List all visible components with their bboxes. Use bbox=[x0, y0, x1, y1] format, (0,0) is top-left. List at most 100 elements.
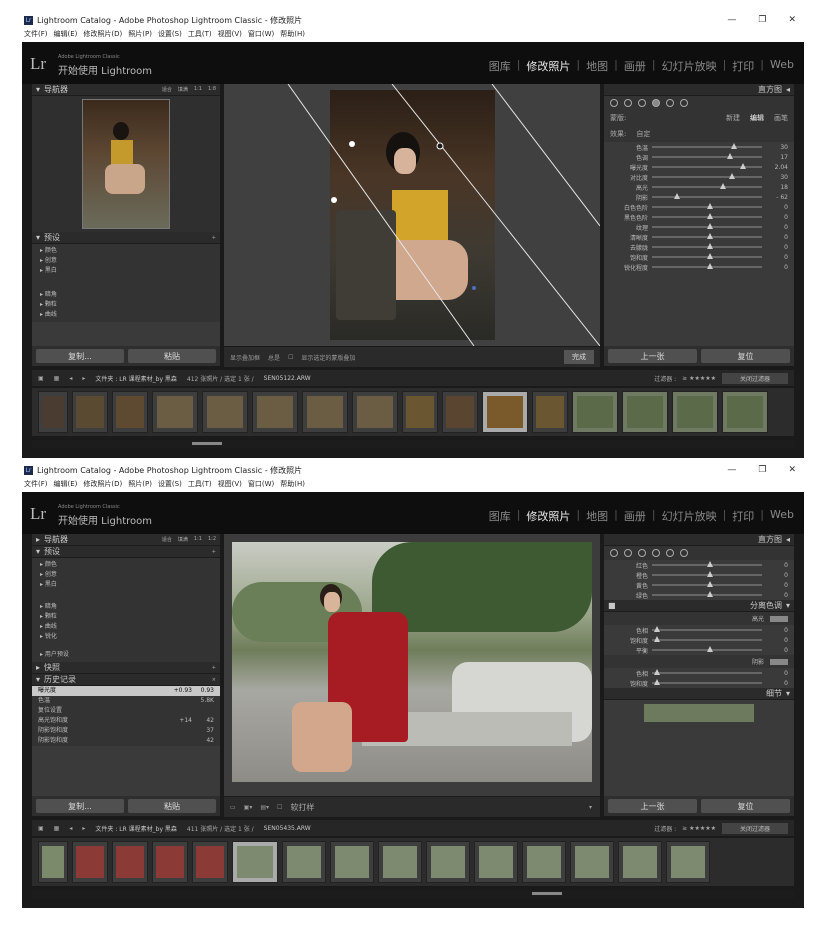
history-item[interactable]: 复位设置 bbox=[32, 706, 220, 716]
film-thumb[interactable] bbox=[722, 391, 768, 433]
slider-row[interactable]: 纹理 0 bbox=[604, 222, 794, 232]
preset-group[interactable]: ▸ 创意 bbox=[40, 570, 212, 580]
filmstrip-scrollbar[interactable] bbox=[32, 440, 794, 448]
module-slideshow[interactable]: 幻灯片放映 bbox=[662, 58, 717, 74]
minimize-icon[interactable]: — bbox=[727, 15, 736, 25]
slider-knob[interactable] bbox=[654, 669, 661, 675]
film-thumb[interactable] bbox=[112, 391, 148, 433]
navigator-preview[interactable] bbox=[32, 96, 220, 232]
slider-knob[interactable] bbox=[731, 143, 738, 149]
navigator-header[interactable]: ▸ 导航器 适合 填满 1:1 1:2 bbox=[32, 534, 220, 546]
maximize-icon[interactable]: ❐ bbox=[758, 465, 766, 475]
slider-row[interactable]: 饱和度 0 bbox=[604, 678, 794, 688]
rating-filter[interactable]: ≥ ★★★★★ bbox=[682, 375, 716, 382]
checkbox-icon[interactable]: ☐ bbox=[288, 354, 293, 361]
slider-row[interactable]: 白色色阶 0 bbox=[604, 202, 794, 212]
preset-group[interactable]: ▸ 暗角 bbox=[40, 290, 212, 300]
menu-help[interactable]: 帮助(H) bbox=[280, 479, 305, 489]
menu-settings[interactable]: 设置(S) bbox=[158, 479, 182, 489]
film-thumb[interactable] bbox=[570, 841, 614, 883]
paste-button[interactable]: 粘贴 bbox=[128, 349, 216, 363]
film-thumb[interactable] bbox=[672, 391, 718, 433]
slider-value[interactable]: - 62 bbox=[766, 194, 788, 201]
module-map[interactable]: 地图 bbox=[586, 508, 608, 524]
preset-group[interactable]: ▸ 颜色 bbox=[40, 560, 212, 570]
done-button[interactable]: 完成 bbox=[564, 350, 594, 364]
slider-track[interactable] bbox=[652, 213, 762, 219]
module-slideshow[interactable]: 幻灯片放映 bbox=[662, 508, 717, 524]
radial-filter-icon[interactable] bbox=[666, 99, 674, 107]
slider-knob[interactable] bbox=[726, 153, 733, 159]
spot-removal-icon[interactable] bbox=[624, 549, 632, 557]
zoom-fit[interactable]: 适合 bbox=[162, 86, 172, 93]
slider-row[interactable]: 饱和度 0 bbox=[604, 635, 794, 645]
slider-knob[interactable] bbox=[654, 626, 661, 632]
menu-photo[interactable]: 照片(P) bbox=[128, 29, 152, 39]
menu-settings[interactable]: 设置(S) bbox=[158, 29, 182, 39]
slider-track[interactable] bbox=[652, 223, 762, 229]
add-preset-icon[interactable]: + bbox=[212, 235, 216, 241]
history-item[interactable]: 阴影饱和度 42 bbox=[32, 736, 220, 746]
slider-track[interactable] bbox=[652, 243, 762, 249]
photo-canvas[interactable] bbox=[224, 84, 600, 346]
zoom-1-1[interactable]: 1:1 bbox=[194, 536, 202, 543]
module-print[interactable]: 打印 bbox=[732, 58, 754, 74]
toolbar-menu-icon[interactable]: ▾ bbox=[589, 804, 592, 811]
crop-icon[interactable] bbox=[610, 99, 618, 107]
highlight-color-swatch[interactable] bbox=[770, 615, 788, 622]
slider-row[interactable]: 黑色色阶 0 bbox=[604, 212, 794, 222]
slider-knob[interactable] bbox=[654, 679, 661, 685]
photo-canvas[interactable] bbox=[224, 534, 600, 796]
slider-track[interactable] bbox=[652, 679, 762, 685]
histogram-header[interactable]: 直方图 ◂ bbox=[604, 534, 794, 546]
preset-group[interactable]: ▸ 曲线 bbox=[40, 622, 212, 632]
slider-track[interactable] bbox=[652, 591, 762, 597]
film-thumb[interactable] bbox=[192, 841, 228, 883]
slider-row[interactable]: 色调 17 bbox=[604, 152, 794, 162]
slider-value[interactable]: 0 bbox=[766, 204, 788, 211]
slider-row[interactable]: 色相 0 bbox=[604, 668, 794, 678]
history-item[interactable]: 色温 5.8K bbox=[32, 696, 220, 706]
film-thumb[interactable] bbox=[330, 841, 374, 883]
mask-brush-tab[interactable]: 画笔 bbox=[774, 113, 788, 123]
slider-track[interactable] bbox=[652, 253, 762, 259]
slider-value[interactable]: 0 bbox=[766, 244, 788, 251]
menu-help[interactable]: 帮助(H) bbox=[280, 29, 305, 39]
film-thumb[interactable] bbox=[112, 841, 148, 883]
slider-track[interactable] bbox=[652, 571, 762, 577]
slider-track[interactable] bbox=[652, 163, 762, 169]
slider-track[interactable] bbox=[652, 636, 762, 642]
redeye-icon[interactable] bbox=[638, 549, 646, 557]
module-web[interactable]: Web bbox=[770, 508, 794, 524]
film-thumb[interactable] bbox=[72, 391, 108, 433]
slider-value[interactable]: 0 bbox=[766, 582, 788, 589]
slider-track[interactable] bbox=[652, 233, 762, 239]
slider-row[interactable]: 阴影 - 62 bbox=[604, 192, 794, 202]
next-arrow-icon[interactable]: ▸ bbox=[82, 825, 85, 832]
module-map[interactable]: 地图 bbox=[586, 58, 608, 74]
film-thumb[interactable] bbox=[442, 391, 478, 433]
preset-group[interactable]: ▸ 颗粒 bbox=[40, 612, 212, 622]
film-thumb[interactable] bbox=[666, 841, 710, 883]
film-thumb-selected[interactable] bbox=[482, 391, 528, 433]
slider-value[interactable]: 0 bbox=[766, 562, 788, 569]
graduated-filter-icon[interactable] bbox=[652, 99, 660, 107]
clear-history-icon[interactable]: × bbox=[212, 677, 216, 683]
add-preset-icon[interactable]: + bbox=[212, 549, 216, 555]
preset-group[interactable]: ▸ 暗角 bbox=[40, 602, 212, 612]
film-thumb[interactable] bbox=[522, 841, 566, 883]
module-develop[interactable]: 修改照片 bbox=[526, 58, 570, 74]
slider-value[interactable]: 0 bbox=[766, 592, 788, 599]
slider-knob[interactable] bbox=[707, 243, 713, 249]
slider-value[interactable]: 2.04 bbox=[766, 164, 788, 171]
preset-group[interactable]: ▸ 颜色 bbox=[40, 246, 212, 256]
slider-value[interactable]: 0 bbox=[766, 680, 788, 687]
softproof-label[interactable]: 软打样 bbox=[290, 802, 314, 813]
mask-edit-tab[interactable]: 编辑 bbox=[750, 113, 764, 123]
preset-group[interactable]: ▸ 颗粒 bbox=[40, 300, 212, 310]
slider-track[interactable] bbox=[652, 153, 762, 159]
overlay-mode-select[interactable]: 总是 bbox=[268, 353, 280, 362]
history-item[interactable]: 阴影饱和度 37 bbox=[32, 726, 220, 736]
menu-file[interactable]: 文件(F) bbox=[24, 29, 48, 39]
add-snapshot-icon[interactable]: + bbox=[212, 665, 216, 671]
